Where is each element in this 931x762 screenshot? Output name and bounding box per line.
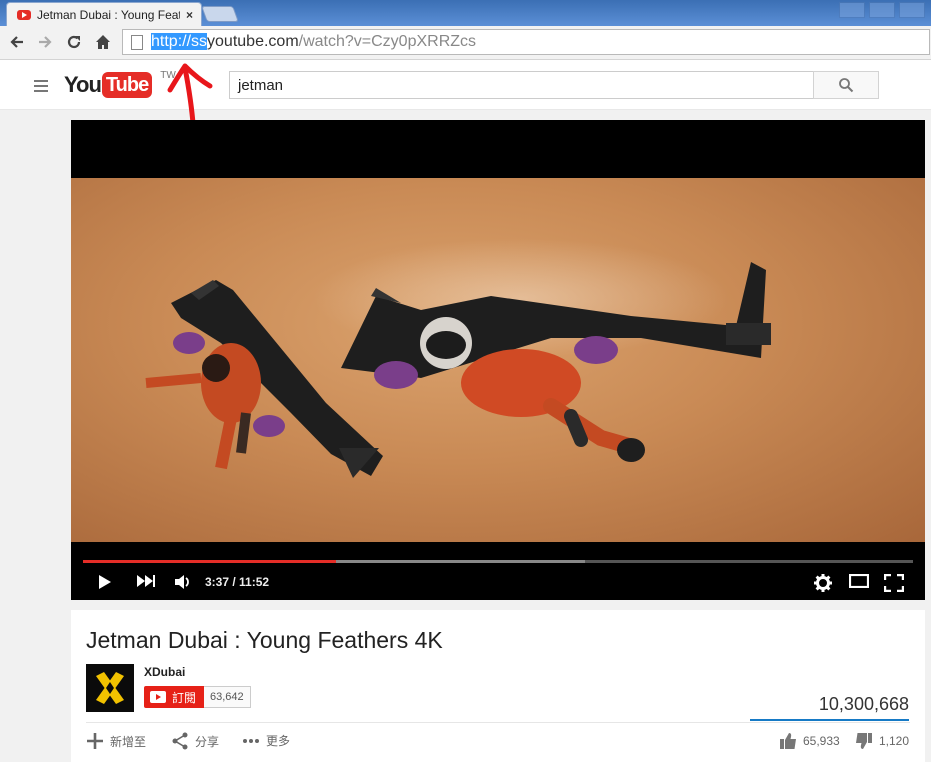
tab-title: Jetman Dubai : Young Feathers 4K: [37, 7, 180, 22]
subscriber-count: 63,642: [204, 686, 251, 708]
window-control[interactable]: [839, 2, 865, 18]
volume-button[interactable]: [174, 574, 192, 590]
subscribe-button[interactable]: 訂閱 63,642: [144, 686, 251, 708]
channel-name[interactable]: XDubai: [144, 665, 185, 679]
window-control[interactable]: [899, 2, 925, 18]
share-icon: [171, 732, 189, 750]
next-button[interactable]: [136, 574, 156, 588]
logo-you: You: [64, 72, 102, 97]
page-icon: [131, 34, 143, 50]
jetman-scene-image: [145, 262, 771, 478]
home-button[interactable]: [92, 30, 114, 54]
fullscreen-icon: [884, 574, 904, 592]
youtube-favicon-icon: [17, 9, 31, 20]
search-query: jetman: [238, 76, 284, 94]
subscribe-label: 訂閱: [172, 690, 197, 705]
guide-menu-icon[interactable]: [34, 80, 48, 95]
channel-avatar[interactable]: [86, 664, 134, 712]
view-count: 10,300,668: [818, 694, 909, 714]
back-button[interactable]: [6, 30, 28, 54]
share-label: 分享: [195, 734, 220, 749]
xdubai-logo-icon: [96, 672, 124, 704]
more-button[interactable]: 更多: [242, 732, 290, 749]
youtube-logo[interactable]: You Tube TW: [64, 70, 176, 98]
dislike-count: 1,120: [879, 734, 910, 748]
browser-tabstrip: Jetman Dubai : Young Feathers 4K ×: [0, 0, 931, 26]
thumbs-up-icon: [779, 732, 797, 750]
search-input[interactable]: jetman: [229, 71, 813, 99]
url-host: youtube.com: [207, 33, 299, 50]
browser-toolbar: http://ssyoutube.com/watch?v=Czy0pXRRZcs: [0, 26, 931, 60]
forward-button[interactable]: [34, 30, 56, 54]
youtube-header: You Tube TW jetman: [0, 60, 931, 110]
thumbs-down-icon: [855, 732, 873, 750]
video-info: Jetman Dubai : Young Feathers 4K XDubai …: [71, 610, 925, 762]
add-to-label: 新增至: [110, 734, 147, 749]
new-tab-button[interactable]: [201, 6, 239, 22]
arrow-left-icon: [10, 36, 23, 48]
player-controls: 3:37 / 11:52: [71, 548, 925, 600]
dislike-button[interactable]: 1,120: [855, 732, 909, 750]
time-display: 3:37 / 11:52: [205, 575, 270, 589]
play-button[interactable]: [97, 574, 113, 590]
reload-button[interactable]: [63, 30, 85, 54]
search-button[interactable]: [813, 71, 879, 99]
video-frame: [71, 178, 925, 542]
more-label: 更多: [266, 734, 291, 748]
plus-icon: [86, 732, 104, 750]
window-control[interactable]: [869, 2, 895, 18]
share-button[interactable]: 分享: [171, 732, 219, 750]
browser-tab-active[interactable]: Jetman Dubai : Young Feathers 4K ×: [6, 2, 202, 26]
url-text[interactable]: http://ssyoutube.com/watch?v=Czy0pXRRZcs: [151, 33, 476, 51]
more-dots-icon: [242, 738, 260, 744]
like-button[interactable]: 65,933: [779, 732, 840, 750]
logo-tube: Tube: [101, 72, 153, 98]
subscribe-label-wrap[interactable]: 訂閱: [144, 686, 205, 708]
played-bar: [83, 560, 337, 563]
url-path: /watch?v=Czy0pXRRZcs: [298, 33, 477, 50]
add-to-button[interactable]: 新增至: [86, 732, 146, 750]
reload-icon: [67, 35, 81, 49]
gear-icon: [814, 574, 832, 592]
search-icon: [839, 78, 854, 93]
divider: [86, 722, 910, 723]
window-controls: [839, 2, 925, 18]
fullscreen-button[interactable]: [884, 574, 904, 592]
video-player[interactable]: 3:37 / 11:52: [71, 120, 925, 600]
like-count: 65,933: [803, 734, 840, 748]
tab-close-icon[interactable]: ×: [186, 8, 193, 22]
theater-icon: [849, 574, 869, 588]
progress-bar[interactable]: [83, 560, 913, 563]
arrow-right-icon: [39, 36, 52, 48]
address-bar[interactable]: http://ssyoutube.com/watch?v=Czy0pXRRZcs: [122, 29, 930, 55]
url-selected-text: http://ss: [151, 33, 208, 50]
speaker-icon: [175, 575, 189, 589]
theater-button[interactable]: [849, 574, 869, 588]
youtube-play-icon: [150, 691, 166, 703]
next-icon: [137, 575, 155, 587]
video-title: Jetman Dubai : Young Feathers 4K: [86, 627, 443, 653]
like-ratio-bar: [750, 719, 909, 721]
play-icon: [99, 575, 111, 589]
settings-button[interactable]: [814, 574, 832, 592]
home-icon: [96, 35, 110, 49]
